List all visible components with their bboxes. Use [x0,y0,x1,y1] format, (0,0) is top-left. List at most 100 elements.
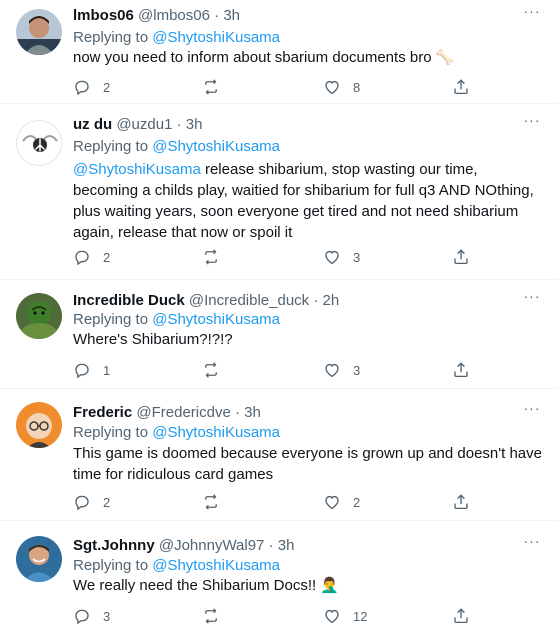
retweet-button[interactable] [202,247,232,267]
like-count: 12 [353,608,368,624]
reply-button[interactable]: 2 [73,77,110,97]
timestamp[interactable]: 3h [223,7,240,24]
more-icon[interactable]: ··· [522,401,542,421]
tweet-actions: 2 8 [73,77,558,97]
user-handle[interactable]: @Fredericdve [136,404,230,421]
tweet-text: We really need the Shibarium Docs!! 🤦‍♂️ [73,577,340,594]
retweet-button[interactable] [202,360,232,380]
replying-prefix: Replying to [73,424,153,441]
more-icon[interactable]: ··· [522,534,542,554]
replying-prefix: Replying to [73,138,153,155]
share-button[interactable] [452,492,470,512]
like-button[interactable]: 2 [323,492,360,512]
heart-icon [325,80,339,95]
display-name[interactable]: uz du [73,116,112,133]
share-icon [454,79,468,95]
retweet-icon [205,79,217,95]
replying-prefix: Replying to [73,29,153,46]
tweet[interactable]: Frederic @Fredericdve · 3h ··· Replying … [0,397,558,521]
timestamp[interactable]: 2h [323,292,340,309]
tweet-text: now you need to inform about sbarium doc… [73,49,455,66]
tweet-text: @ShytoshiKusama release shibarium, stop … [73,159,544,243]
display-name[interactable]: Sgt.Johnny [73,537,155,554]
mention-link[interactable]: @ShytoshiKusama [152,138,280,155]
timestamp[interactable]: 3h [278,537,295,554]
avatar[interactable] [16,402,62,448]
like-count: 8 [353,79,361,95]
replying-to: Replying to @ShytoshiKusama [73,310,280,329]
mention-link[interactable]: @ShytoshiKusama [152,311,280,328]
user-handle[interactable]: @Incredible_duck [189,292,309,309]
more-icon[interactable]: ··· [522,4,542,24]
share-button[interactable] [452,77,470,97]
tweet-actions: 2 3 [73,247,558,267]
tweet-header: lmbos06 @lmbos06 · 3h [73,7,518,25]
display-name[interactable]: Incredible Duck [73,292,185,309]
like-count: 3 [353,362,361,378]
timestamp[interactable]: 3h [186,116,203,133]
reply-count: 2 [103,494,111,510]
reply-button[interactable]: 2 [73,492,110,512]
separator-dot: · [268,537,274,554]
separator-dot: · [176,116,182,133]
replying-to: Replying to @ShytoshiKusama [73,556,280,575]
reply-icon [75,80,89,96]
avatar[interactable] [16,293,62,339]
display-name[interactable]: Frederic [73,404,132,421]
reply-button[interactable]: 2 [73,247,110,267]
share-icon [454,362,468,378]
mention-link[interactable]: @ShytoshiKusama [152,29,280,46]
like-button[interactable]: 3 [323,247,360,267]
retweet-icon [205,494,217,510]
tweet-header: Incredible Duck @Incredible_duck · 2h [73,292,518,310]
retweet-button[interactable] [202,492,232,512]
replying-prefix: Replying to [73,557,153,574]
like-count: 3 [353,249,361,265]
reply-icon [75,363,89,379]
display-name[interactable]: lmbos06 [73,7,134,24]
avatar[interactable] [16,536,62,582]
tweet[interactable]: Incredible Duck @Incredible_duck · 2h ··… [0,285,558,389]
reply-count: 2 [103,79,111,95]
timestamp[interactable]: 3h [244,404,261,421]
tweet[interactable]: uz du @uzdu1 · 3h ··· Replying to @Shyto… [0,109,558,280]
like-button[interactable]: 12 [323,606,367,626]
mention-link[interactable]: @ShytoshiKusama [152,424,280,441]
retweet-button[interactable] [202,606,232,626]
mention-link[interactable]: @ShytoshiKusama [152,557,280,574]
reply-button[interactable]: 1 [73,360,110,380]
tweet[interactable]: lmbos06 @lmbos06 · 3h ··· Replying to @S… [0,0,558,104]
mention-link[interactable]: @ShytoshiKusama [73,161,201,178]
retweet-icon [205,362,217,378]
separator-dot: · [313,292,319,309]
avatar[interactable] [16,9,62,55]
reply-count: 3 [103,608,111,624]
share-icon [454,608,468,624]
separator-dot: · [214,7,220,24]
share-button[interactable] [452,606,470,626]
like-button[interactable]: 8 [323,77,360,97]
retweet-button[interactable] [202,77,232,97]
reply-button[interactable]: 3 [73,606,110,626]
more-icon[interactable]: ··· [522,289,542,309]
tweet-text: This game is doomed because everyone is … [73,445,542,483]
share-button[interactable] [452,247,470,267]
share-button[interactable] [452,360,470,380]
more-icon[interactable]: ··· [522,113,542,133]
reply-count: 1 [103,362,111,378]
separator-dot: · [234,404,240,421]
reply-icon [75,495,89,511]
tweet[interactable]: Sgt.Johnny @JohnnyWal97 · 3h ··· Replyin… [0,530,558,630]
heart-icon [325,495,339,510]
share-icon [454,249,468,265]
user-handle[interactable]: @uzdu1 [116,116,172,133]
replying-to: Replying to @ShytoshiKusama [73,423,280,442]
user-handle[interactable]: @lmbos06 [138,7,210,24]
like-button[interactable]: 3 [323,360,360,380]
reply-icon [75,609,89,625]
avatar[interactable] [16,120,62,166]
replying-to: Replying to @ShytoshiKusama [73,28,280,47]
user-handle[interactable]: @JohnnyWal97 [159,537,265,554]
share-icon [454,494,468,510]
tweet-text: Where's Shibarium?!?!? [73,331,233,348]
